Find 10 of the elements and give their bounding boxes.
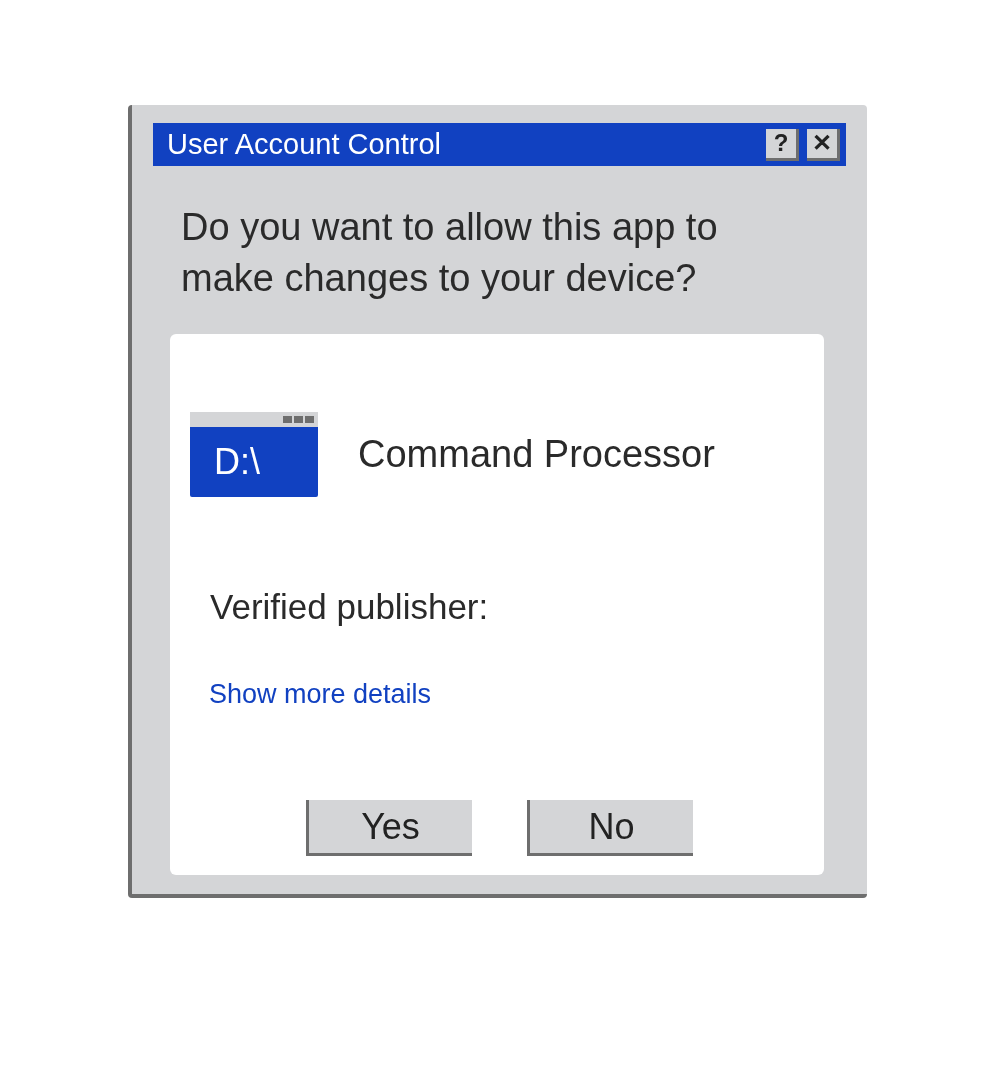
yes-button[interactable]: Yes bbox=[306, 800, 472, 856]
no-button[interactable]: No bbox=[527, 800, 693, 856]
title-bar-button[interactable]: ? bbox=[766, 128, 799, 161]
window-title: User Account Control bbox=[167, 126, 441, 162]
publisher-label: Verified publisher: bbox=[210, 586, 489, 628]
details-link[interactable]: Show more details bbox=[209, 673, 432, 714]
prompt-text: Do you want to allow this app to make changes to your device? bbox=[180, 205, 719, 301]
terminal-app-icon: D:\ bbox=[190, 412, 318, 497]
app-name: Command Processor bbox=[358, 432, 715, 477]
title-bar-button[interactable]: ✕ bbox=[807, 128, 840, 161]
